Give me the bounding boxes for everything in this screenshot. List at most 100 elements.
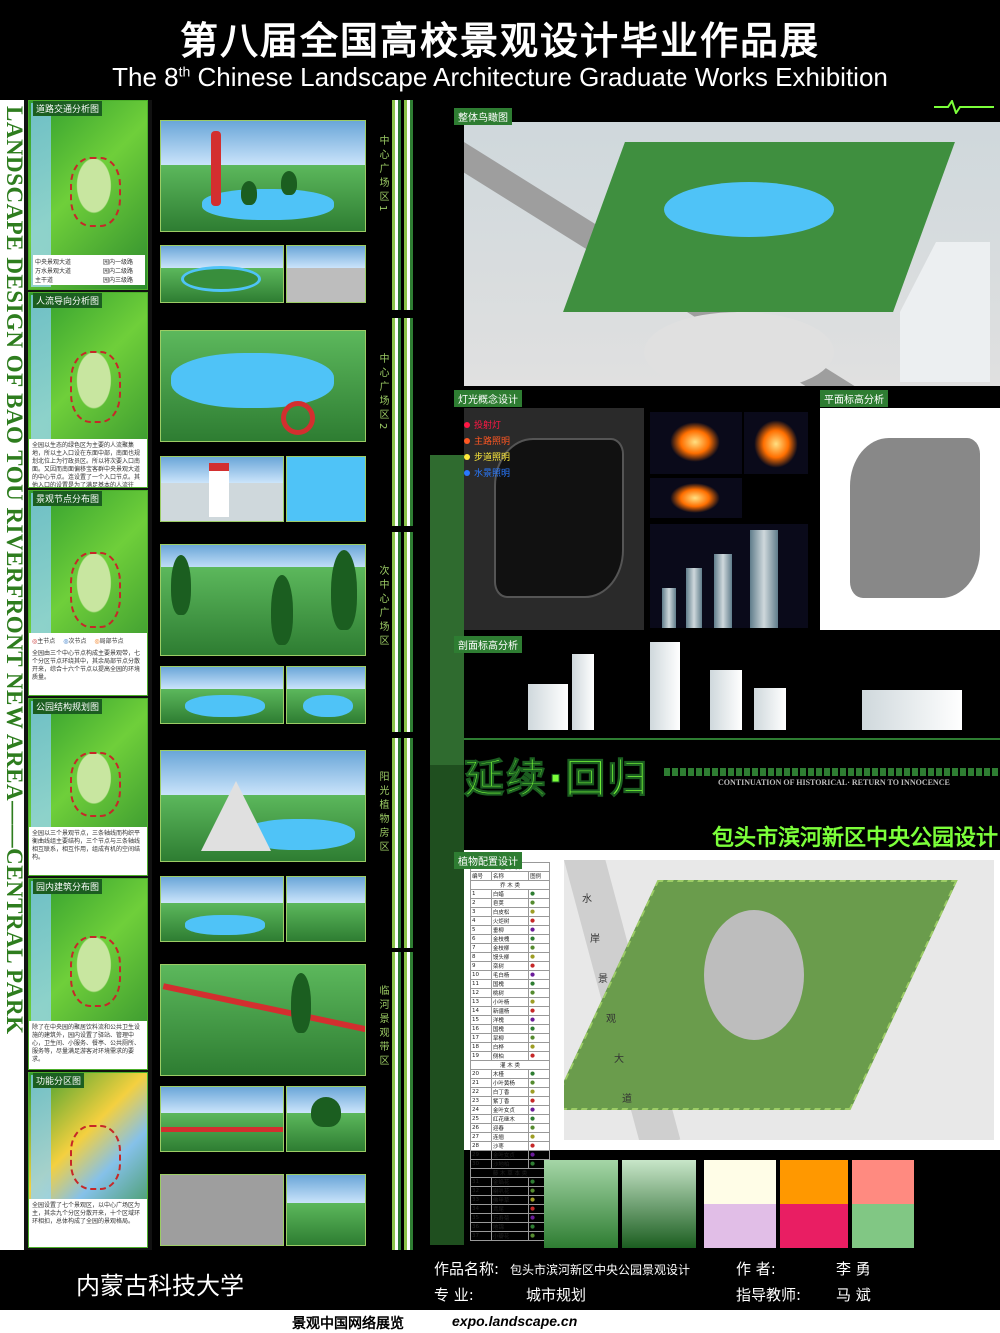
panel-text: 除了在中央园的聚居饮料流和公共卫生设施的建筑外，园内设置了驿站、管理中心，卫生间…	[29, 1021, 147, 1069]
table-row: 31 金焰花 ●	[470, 1177, 550, 1187]
panel-text: 全园以三个景观节点，三条轴线而构织平衡曲线组主要结构，三个节点与三条轴线相互联系…	[29, 827, 147, 875]
table-cell: 4	[470, 916, 492, 926]
table-row: 2 皂荚 ●	[470, 898, 550, 908]
panel-label: 景观节点分布图	[33, 491, 103, 506]
table-cell: 垂柳	[490, 925, 530, 935]
ground	[287, 902, 365, 941]
table-cell: 33	[470, 1195, 492, 1205]
light-legend-item: 投射灯	[464, 418, 510, 434]
table-cell: 2	[470, 898, 492, 908]
slogan-band: 延续·回归 CONTINUATION OF HISTORICAL· RETURN…	[463, 740, 1000, 851]
right-column: 整体鸟瞰图 灯光概念设计 平面标高分析 投射灯 主路照明 步道照明 水景照明 剖…	[454, 100, 1000, 1250]
strip-lines	[392, 318, 416, 526]
table-cell: 金枝柳	[490, 943, 530, 953]
table-cell: 万寿菊	[490, 1213, 530, 1223]
table-row: 27 连翘 ●	[470, 1132, 550, 1142]
panel-label: 公园结构规划图	[33, 699, 103, 714]
table-cell: ●	[528, 1024, 550, 1034]
night-photo	[650, 412, 742, 474]
green-block	[430, 765, 464, 1245]
table-cell: 鸢尾	[490, 1204, 530, 1214]
render-zone2-b	[160, 456, 284, 522]
tree	[281, 171, 297, 195]
node-analysis-panel: 景观节点分布图 ◎主节点 ◎次节点 ◎局部节点 全园由三个中心节点构成主要景观带…	[28, 490, 148, 696]
table-cell: 13	[470, 997, 492, 1007]
table-cell: ●	[528, 970, 550, 980]
node-legend-1: 主节点	[37, 638, 56, 645]
render-zone3-b	[160, 666, 284, 724]
table-row: 36 地锦 ●	[470, 1222, 550, 1232]
major-name: 城市规划	[526, 1286, 587, 1304]
render-zone3-c	[286, 666, 366, 724]
table-cell: 喇叭花	[490, 1186, 530, 1196]
render-zone1-b	[160, 245, 284, 303]
table-cell: 沙地柏	[490, 1159, 530, 1169]
light-legend-item: 主路照明	[464, 434, 510, 450]
strip-lines	[392, 952, 416, 1250]
map-label: 景	[598, 974, 608, 985]
table-cell: 红花继木	[490, 1114, 530, 1124]
water	[185, 915, 265, 935]
table-row: 4 火炬树 ●	[470, 916, 550, 926]
render-zone5-e	[286, 1174, 366, 1246]
panel-label: 道路交通分析图	[33, 101, 103, 116]
central-plaza	[704, 910, 804, 1040]
render-zone5-a	[160, 964, 366, 1076]
table-cell: ●	[528, 1069, 550, 1079]
table-cell: 白丁香	[490, 1087, 530, 1097]
table-cell: 国槐	[490, 979, 530, 989]
table-row: 1 白蜡 ●	[470, 889, 550, 899]
site-name: 景观中国网络展览	[292, 1316, 404, 1332]
table-cell: 34	[470, 1204, 492, 1214]
zone-label: 阳光植物房区	[372, 748, 390, 878]
table-cell: 12	[470, 988, 492, 998]
title-cn: 第八届全国高校景观设计毕业作品展	[179, 19, 820, 63]
table-cell: ●	[528, 952, 550, 962]
sky	[287, 1175, 365, 1207]
table-row: 35 万寿菊 ●	[470, 1213, 550, 1223]
road-legend-3: 主干道	[35, 277, 54, 284]
map-label: 岸	[590, 934, 600, 945]
table-cell: 迎春	[490, 1123, 530, 1133]
table-header: 编号 名称 图例	[470, 871, 550, 881]
height-label: 平面标高分析	[820, 390, 888, 407]
table-cell: 藤 木 草 本 类	[470, 1168, 550, 1178]
render-zone4-a	[160, 750, 366, 862]
table-row: 6 金枝槐 ●	[470, 934, 550, 944]
table-cell: 6	[470, 934, 492, 944]
table-cell: 10	[470, 970, 492, 980]
table-cell: 1	[470, 889, 492, 899]
panel-text: 全园由三个中心节点构成主要景观带，七个分区节点环绕其中，其余局部节点分散开来，综…	[29, 647, 147, 695]
tree	[291, 973, 311, 1033]
table-cell: ●	[528, 916, 550, 926]
table-cell: 22	[470, 1087, 492, 1097]
author-name: 李 勇	[836, 1260, 871, 1278]
section-label: 剖面标高分析	[454, 636, 522, 653]
table-cell: 紫丁香	[490, 1096, 530, 1106]
lighting-legend: 投射灯 主路照明 步道照明 水景照明	[464, 418, 510, 482]
site-url[interactable]: expo.landscape.cn	[452, 1313, 577, 1329]
table-cell: 16	[470, 1024, 492, 1034]
lighting-map: 投射灯 主路照明 步道照明 水景照明	[464, 408, 644, 630]
table-row: 25 红花继木 ●	[470, 1114, 550, 1124]
table-cell: ●	[528, 1123, 550, 1133]
table-cell: 35	[470, 1213, 492, 1223]
table-group: 乔 木 类	[470, 880, 550, 890]
lighting-label: 灯光概念设计	[454, 390, 522, 407]
park-name: 包头市滨河新区中央公园设计	[711, 826, 998, 851]
table-cell: 28	[470, 1141, 492, 1151]
table-cell: 栾树	[490, 961, 530, 971]
tree	[271, 575, 293, 645]
lighting-panel: 投射灯 主路照明 步道照明 水景照明	[464, 408, 1000, 630]
road-legend-1: 中央景观大道	[35, 259, 72, 266]
section-building	[754, 688, 786, 730]
sky	[161, 667, 283, 693]
vertical-title-strip: LANDSCAPE DESIGN OF BAO TOU RIVERFRONT N…	[0, 100, 27, 1250]
table-cell: 侧柏	[490, 1051, 530, 1061]
zone2-strip: 中心广场区2	[368, 318, 416, 526]
road-analysis-panel: 道路交通分析图 中央景观大道 万水景观大道 主干道 园内一级路 园内二级路 园内…	[28, 100, 148, 290]
table-row: 20 木槿 ●	[470, 1069, 550, 1079]
red-path	[161, 1127, 283, 1132]
ground	[287, 268, 365, 302]
table-cell: 17	[470, 1033, 492, 1043]
